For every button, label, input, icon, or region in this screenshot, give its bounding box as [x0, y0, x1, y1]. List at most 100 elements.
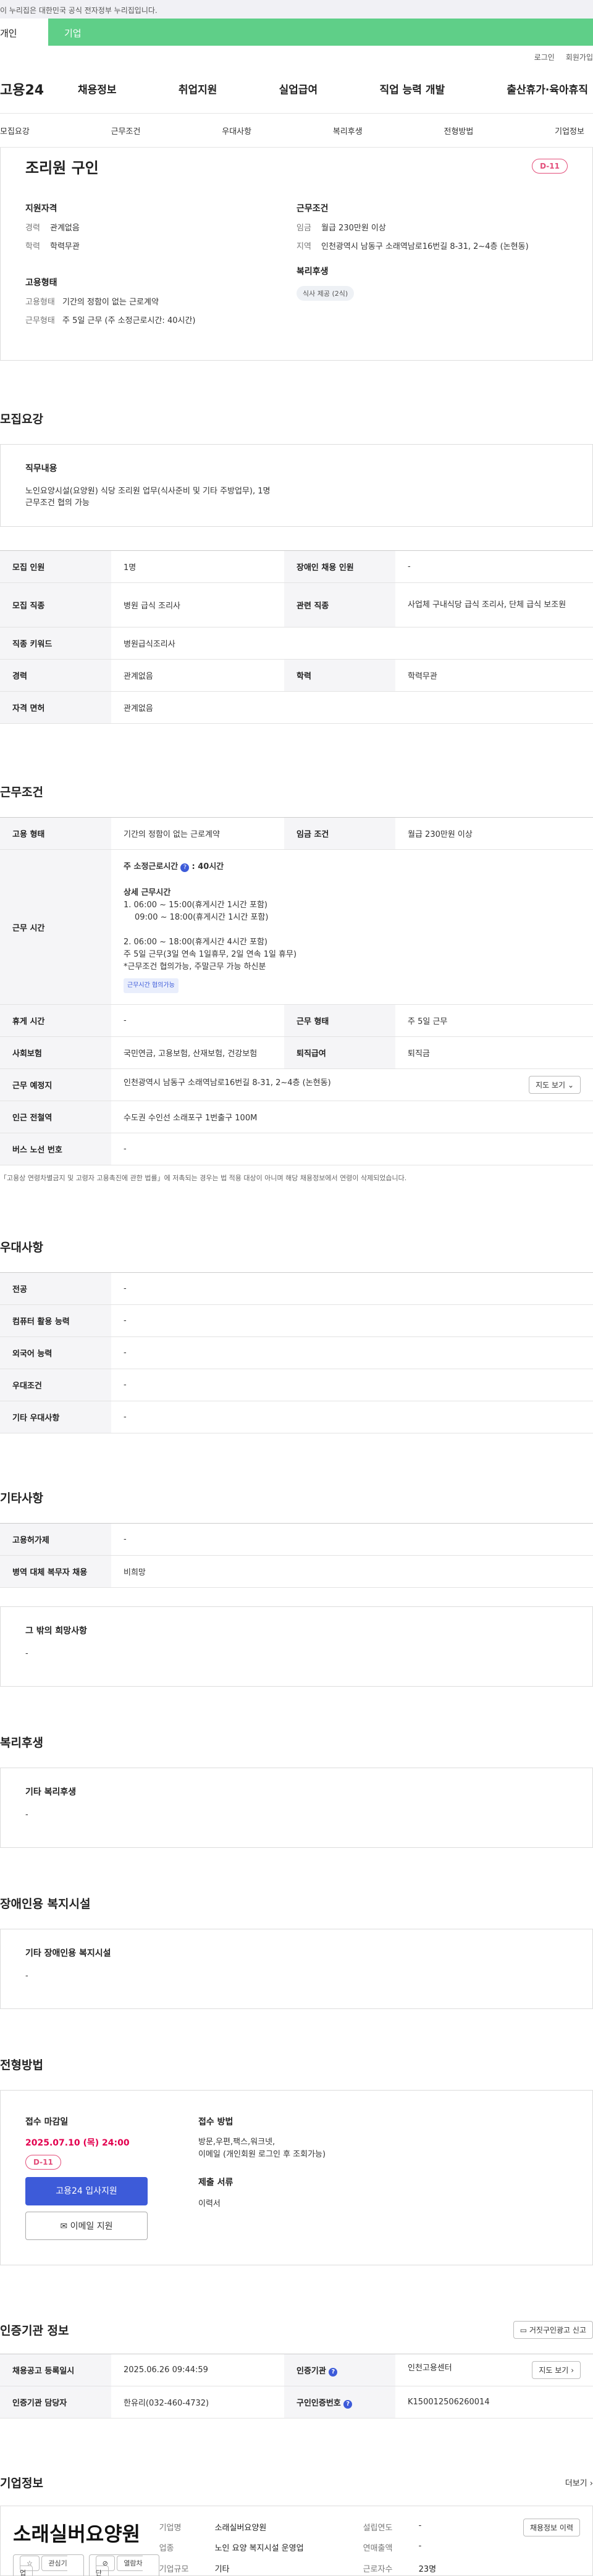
- value: -: [418, 2521, 422, 2530]
- cell-label: 경력: [0, 659, 111, 692]
- weekly-hours-label: 주 소정근로시간: [124, 862, 179, 871]
- table-row: 전공 -: [0, 1272, 593, 1305]
- block-view-button[interactable]: ⊘ 열람차단: [88, 2554, 159, 2576]
- info-icon[interactable]: ?: [329, 2367, 338, 2377]
- welfare-chip: 식사 제공 (2식): [296, 286, 355, 301]
- cert-map-button[interactable]: 지도 보기 ›: [532, 2361, 581, 2379]
- company-more-link[interactable]: 더보기 ›: [565, 2477, 593, 2488]
- value: 23명: [418, 2564, 437, 2574]
- document-icon: ▭: [519, 2326, 528, 2335]
- company-box: 소래실버요양원 ☆ 관심기업 ⊘ 열람차단 기업명 소래실버요양원 설립연도 -…: [0, 2506, 593, 2576]
- cell-label: 근무 시간: [0, 849, 111, 1005]
- cell-value: -: [111, 1272, 593, 1305]
- table-row: 휴게 시간 - 근무 형태 주 5일 근무: [0, 1004, 593, 1037]
- label: 학력: [25, 242, 40, 251]
- other-hope-value: -: [25, 1649, 28, 1658]
- table-row: 인근 전철역 수도권 수인선 소래포구 1번출구 100M: [0, 1101, 593, 1133]
- label: 근로자수: [363, 2564, 393, 2574]
- section-nav-conditions[interactable]: 근무조건: [111, 125, 141, 136]
- cell-value: 수도권 수인선 소래포구 1번출구 100M: [111, 1101, 593, 1133]
- tab-company[interactable]: 기업: [48, 19, 82, 46]
- section-nav: 모집요강 근무조건 우대사항 복리후생 전형방법 기업정보: [0, 114, 593, 148]
- other-hope-box: 그 밖의 희망사항 -: [0, 1606, 593, 1687]
- summary-employment: 고용형태 고용형태 기간의 정함이 없는 근로계약 근무형태 주 5일 근무 (주 …: [25, 276, 296, 327]
- summary-welfare: 복리후생 식사 제공 (2식): [296, 265, 568, 301]
- welfare-section-title: 복리후생: [0, 1736, 43, 1750]
- chevron-right-icon: ›: [589, 2479, 593, 2488]
- table-row: 사회보험 국민연금, 고용보험, 산재보험, 건강보험 퇴직급여 퇴직금: [0, 1036, 593, 1069]
- favorite-company-button[interactable]: ☆ 관심기업: [13, 2554, 84, 2576]
- cell-value: -: [111, 1401, 593, 1433]
- cell-label: 고용허가제: [0, 1523, 111, 1556]
- hours-negotiable-chip: 근무시간 협의가능: [124, 978, 179, 993]
- summary-qualification-title: 지원자격: [25, 204, 57, 214]
- table-row: 버스 노선 번호 -: [0, 1133, 593, 1165]
- cell-value: 국민연금, 고용보험, 산재보험, 건강보험: [111, 1036, 284, 1069]
- signup-link[interactable]: 회원가입: [566, 52, 593, 64]
- company-info: 기업명 소래실버요양원 설립연도 - 업종 노인 요양 복지시설 운영업 연매출…: [159, 2519, 499, 2575]
- cell-value: 1명: [111, 550, 284, 583]
- cell-label: 우대조건: [0, 1369, 111, 1401]
- company-section-title: 기업정보: [0, 2477, 43, 2490]
- cell-label: 버스 노선 번호: [0, 1133, 111, 1165]
- summary-employment-title: 고용형태: [25, 278, 57, 288]
- value: 주 5일 근무 (주 소정근로시간: 40시간): [62, 316, 196, 325]
- chevron-down-icon: ⌄: [567, 1081, 574, 1089]
- apply-box: 접수 마감일 2025.07.10 (목) 24:00 D-11 고용24 입사…: [0, 2090, 593, 2265]
- gnb-item-jobs[interactable]: 채용정보: [78, 81, 117, 96]
- gnb-item-unemployment-benefit[interactable]: 실업급여: [279, 81, 318, 96]
- table-row: 자격 면허 관계없음: [0, 691, 593, 724]
- info-icon[interactable]: ?: [343, 2399, 353, 2409]
- value: 기간의 정함이 없는 근로계약: [62, 298, 159, 307]
- cell-label: 병역 대체 복무자 채용: [0, 1555, 111, 1588]
- summary-qualification: 지원자격 경력 관계없음 학력 학력무관: [25, 202, 296, 253]
- gnb-item-parental-leave[interactable]: 출산휴가·육아휴직: [507, 81, 588, 96]
- disabled-section-title: 장애인용 복지시설: [0, 1897, 91, 1911]
- label: 기업규모: [159, 2564, 189, 2574]
- section-nav-welfare[interactable]: 복리후생: [333, 125, 363, 136]
- cell-value: -: [111, 1133, 593, 1165]
- label: 기업명: [159, 2524, 182, 2533]
- table-row: 근무 시간 주 소정근로시간 ? : 40시간 상세 근무시간 1. 06:00…: [0, 849, 593, 1005]
- gnb-item-employment-support[interactable]: 취업지원: [179, 81, 217, 96]
- tab-individual[interactable]: 개인: [0, 19, 48, 46]
- cell-label: 학력: [284, 659, 395, 692]
- summary-card: 조리원 구인 D-11 지원자격 경력 관계없음 학력 학력무관 고용형태 고용형태…: [0, 148, 593, 361]
- email-apply-label: 이메일 지원: [70, 2221, 113, 2231]
- apply-button[interactable]: 고용24 입사지원: [25, 2177, 148, 2205]
- dday-badge: D-11: [532, 159, 568, 174]
- chevron-right-icon: ›: [571, 2366, 574, 2375]
- recruit-history-button[interactable]: 채용정보 이력: [523, 2519, 580, 2536]
- login-link[interactable]: 로그인: [534, 52, 555, 64]
- section-nav-selection[interactable]: 전형방법: [444, 125, 474, 136]
- report-false-ad-button[interactable]: ▭ 거짓구인광고 신고: [513, 2321, 593, 2339]
- table-row: 고용허가제 -: [0, 1523, 593, 1556]
- table-row: 모집 직종 병원 급식 조리사 관련 직종 사업체 구내식당 급식 조리사, 단…: [0, 582, 593, 627]
- site-logo[interactable]: 고용24: [0, 79, 78, 99]
- value: 학력무관: [50, 242, 80, 251]
- company-logo: 소래실버요양원: [13, 2522, 141, 2546]
- section-nav-preferences[interactable]: 우대사항: [222, 125, 251, 136]
- cell-label: 모집 직종: [0, 582, 111, 627]
- hours-line: 09:00 ~ 18:00(휴게시간 1시간 포함): [135, 913, 269, 922]
- weekly-hours-value: : 40시간: [191, 862, 224, 871]
- company-more-label: 더보기: [565, 2479, 587, 2488]
- utility-links: 로그인 회원가입: [0, 46, 593, 64]
- section-nav-recruit[interactable]: 모집요강: [0, 125, 30, 136]
- cell-value: 인천광역시 남동구 소래역남로16번길 8-31, 2~4층 (논현동) 지도 …: [111, 1068, 593, 1101]
- email-apply-button[interactable]: ✉ 이메일 지원: [25, 2212, 148, 2240]
- info-icon[interactable]: ?: [180, 863, 190, 872]
- method-title: 접수 방법: [198, 2117, 233, 2127]
- map-view-button[interactable]: 지도 보기 ⌄: [529, 1076, 581, 1094]
- section-nav-company[interactable]: 기업정보: [555, 125, 584, 136]
- cell-value: -: [111, 1004, 284, 1037]
- value: 노인 요양 복지시설 운영업: [214, 2544, 304, 2554]
- gov-banner-text: 이 누리집은 대한민국 공식 전자정부 누리집입니다.: [0, 6, 158, 15]
- table-row: 고용 형태 기간의 정함이 없는 근로계약 임금 조건 월급 230만원 이상: [0, 817, 593, 850]
- cell-label: 사회보험: [0, 1036, 111, 1069]
- label: 업종: [159, 2544, 174, 2554]
- gnb-item-vocational-training[interactable]: 직업 능력 개발: [379, 81, 445, 96]
- method-value-2: 이메일 (개인회원 로그인 후 조회가능): [198, 2150, 326, 2159]
- report-false-ad-label: 거짓구인광고 신고: [529, 2326, 586, 2335]
- cell-label: 컴퓨터 활용 능력: [0, 1304, 111, 1337]
